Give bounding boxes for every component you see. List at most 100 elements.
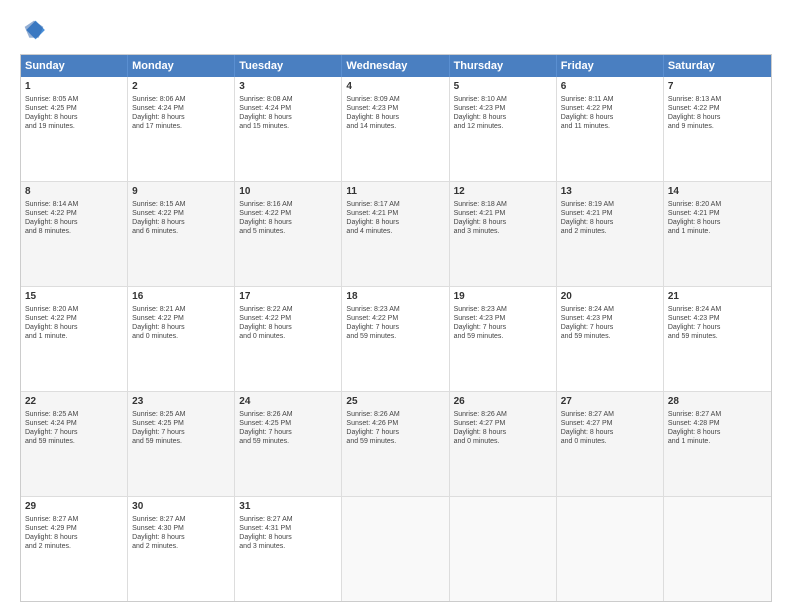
cell-info: Sunrise: 8:05 AM Sunset: 4:25 PM Dayligh… (25, 95, 123, 131)
calendar-cell-2-5: 20Sunrise: 8:24 AM Sunset: 4:23 PM Dayli… (557, 287, 664, 391)
cell-info: Sunrise: 8:06 AM Sunset: 4:24 PM Dayligh… (132, 95, 230, 131)
calendar-cell-1-0: 8Sunrise: 8:14 AM Sunset: 4:22 PM Daylig… (21, 182, 128, 286)
day-number: 2 (132, 80, 230, 94)
cell-info: Sunrise: 8:25 AM Sunset: 4:25 PM Dayligh… (132, 410, 230, 446)
calendar-row-3: 22Sunrise: 8:25 AM Sunset: 4:24 PM Dayli… (21, 392, 771, 497)
calendar-cell-2-3: 18Sunrise: 8:23 AM Sunset: 4:22 PM Dayli… (342, 287, 449, 391)
calendar-cell-4-0: 29Sunrise: 8:27 AM Sunset: 4:29 PM Dayli… (21, 497, 128, 601)
cell-info: Sunrise: 8:11 AM Sunset: 4:22 PM Dayligh… (561, 95, 659, 131)
cell-info: Sunrise: 8:24 AM Sunset: 4:23 PM Dayligh… (668, 305, 767, 341)
weekday-header-saturday: Saturday (664, 55, 771, 77)
weekday-header-monday: Monday (128, 55, 235, 77)
calendar-cell-0-1: 2Sunrise: 8:06 AM Sunset: 4:24 PM Daylig… (128, 77, 235, 181)
day-number: 29 (25, 500, 123, 514)
page: SundayMondayTuesdayWednesdayThursdayFrid… (0, 0, 792, 612)
calendar-cell-1-4: 12Sunrise: 8:18 AM Sunset: 4:21 PM Dayli… (450, 182, 557, 286)
cell-info: Sunrise: 8:23 AM Sunset: 4:22 PM Dayligh… (346, 305, 444, 341)
day-number: 21 (668, 290, 767, 304)
calendar-cell-0-3: 4Sunrise: 8:09 AM Sunset: 4:23 PM Daylig… (342, 77, 449, 181)
day-number: 11 (346, 185, 444, 199)
day-number: 5 (454, 80, 552, 94)
weekday-header-thursday: Thursday (450, 55, 557, 77)
day-number: 16 (132, 290, 230, 304)
calendar-cell-3-1: 23Sunrise: 8:25 AM Sunset: 4:25 PM Dayli… (128, 392, 235, 496)
calendar-cell-3-0: 22Sunrise: 8:25 AM Sunset: 4:24 PM Dayli… (21, 392, 128, 496)
day-number: 14 (668, 185, 767, 199)
weekday-header-friday: Friday (557, 55, 664, 77)
day-number: 24 (239, 395, 337, 409)
calendar-cell-0-4: 5Sunrise: 8:10 AM Sunset: 4:23 PM Daylig… (450, 77, 557, 181)
calendar-cell-1-2: 10Sunrise: 8:16 AM Sunset: 4:22 PM Dayli… (235, 182, 342, 286)
calendar-body: 1Sunrise: 8:05 AM Sunset: 4:25 PM Daylig… (21, 77, 771, 601)
calendar-cell-1-3: 11Sunrise: 8:17 AM Sunset: 4:21 PM Dayli… (342, 182, 449, 286)
day-number: 18 (346, 290, 444, 304)
calendar-cell-2-1: 16Sunrise: 8:21 AM Sunset: 4:22 PM Dayli… (128, 287, 235, 391)
cell-info: Sunrise: 8:17 AM Sunset: 4:21 PM Dayligh… (346, 200, 444, 236)
calendar-cell-0-6: 7Sunrise: 8:13 AM Sunset: 4:22 PM Daylig… (664, 77, 771, 181)
day-number: 8 (25, 185, 123, 199)
cell-info: Sunrise: 8:16 AM Sunset: 4:22 PM Dayligh… (239, 200, 337, 236)
weekday-header-sunday: Sunday (21, 55, 128, 77)
day-number: 31 (239, 500, 337, 514)
day-number: 15 (25, 290, 123, 304)
day-number: 3 (239, 80, 337, 94)
day-number: 10 (239, 185, 337, 199)
calendar-cell-1-5: 13Sunrise: 8:19 AM Sunset: 4:21 PM Dayli… (557, 182, 664, 286)
calendar-cell-2-2: 17Sunrise: 8:22 AM Sunset: 4:22 PM Dayli… (235, 287, 342, 391)
cell-info: Sunrise: 8:22 AM Sunset: 4:22 PM Dayligh… (239, 305, 337, 341)
calendar-cell-0-5: 6Sunrise: 8:11 AM Sunset: 4:22 PM Daylig… (557, 77, 664, 181)
calendar-row-2: 15Sunrise: 8:20 AM Sunset: 4:22 PM Dayli… (21, 287, 771, 392)
cell-info: Sunrise: 8:27 AM Sunset: 4:30 PM Dayligh… (132, 515, 230, 551)
cell-info: Sunrise: 8:20 AM Sunset: 4:22 PM Dayligh… (25, 305, 123, 341)
day-number: 20 (561, 290, 659, 304)
calendar-cell-2-0: 15Sunrise: 8:20 AM Sunset: 4:22 PM Dayli… (21, 287, 128, 391)
cell-info: Sunrise: 8:24 AM Sunset: 4:23 PM Dayligh… (561, 305, 659, 341)
cell-info: Sunrise: 8:19 AM Sunset: 4:21 PM Dayligh… (561, 200, 659, 236)
logo-icon (20, 16, 48, 44)
cell-info: Sunrise: 8:27 AM Sunset: 4:28 PM Dayligh… (668, 410, 767, 446)
cell-info: Sunrise: 8:26 AM Sunset: 4:26 PM Dayligh… (346, 410, 444, 446)
day-number: 12 (454, 185, 552, 199)
cell-info: Sunrise: 8:08 AM Sunset: 4:24 PM Dayligh… (239, 95, 337, 131)
day-number: 4 (346, 80, 444, 94)
day-number: 25 (346, 395, 444, 409)
day-number: 26 (454, 395, 552, 409)
day-number: 27 (561, 395, 659, 409)
calendar-cell-4-3 (342, 497, 449, 601)
calendar-cell-4-2: 31Sunrise: 8:27 AM Sunset: 4:31 PM Dayli… (235, 497, 342, 601)
calendar-cell-3-4: 26Sunrise: 8:26 AM Sunset: 4:27 PM Dayli… (450, 392, 557, 496)
calendar-cell-4-5 (557, 497, 664, 601)
cell-info: Sunrise: 8:23 AM Sunset: 4:23 PM Dayligh… (454, 305, 552, 341)
day-number: 23 (132, 395, 230, 409)
day-number: 1 (25, 80, 123, 94)
cell-info: Sunrise: 8:27 AM Sunset: 4:31 PM Dayligh… (239, 515, 337, 551)
day-number: 6 (561, 80, 659, 94)
day-number: 28 (668, 395, 767, 409)
calendar-cell-3-5: 27Sunrise: 8:27 AM Sunset: 4:27 PM Dayli… (557, 392, 664, 496)
day-number: 9 (132, 185, 230, 199)
cell-info: Sunrise: 8:09 AM Sunset: 4:23 PM Dayligh… (346, 95, 444, 131)
day-number: 19 (454, 290, 552, 304)
day-number: 30 (132, 500, 230, 514)
calendar-row-4: 29Sunrise: 8:27 AM Sunset: 4:29 PM Dayli… (21, 497, 771, 601)
calendar-header: SundayMondayTuesdayWednesdayThursdayFrid… (21, 55, 771, 77)
calendar-cell-0-2: 3Sunrise: 8:08 AM Sunset: 4:24 PM Daylig… (235, 77, 342, 181)
cell-info: Sunrise: 8:26 AM Sunset: 4:25 PM Dayligh… (239, 410, 337, 446)
cell-info: Sunrise: 8:13 AM Sunset: 4:22 PM Dayligh… (668, 95, 767, 131)
calendar-cell-4-1: 30Sunrise: 8:27 AM Sunset: 4:30 PM Dayli… (128, 497, 235, 601)
calendar-row-1: 8Sunrise: 8:14 AM Sunset: 4:22 PM Daylig… (21, 182, 771, 287)
day-number: 13 (561, 185, 659, 199)
calendar-cell-4-6 (664, 497, 771, 601)
calendar-cell-3-3: 25Sunrise: 8:26 AM Sunset: 4:26 PM Dayli… (342, 392, 449, 496)
header (20, 16, 772, 44)
day-number: 17 (239, 290, 337, 304)
calendar-cell-3-2: 24Sunrise: 8:26 AM Sunset: 4:25 PM Dayli… (235, 392, 342, 496)
cell-info: Sunrise: 8:27 AM Sunset: 4:27 PM Dayligh… (561, 410, 659, 446)
day-number: 7 (668, 80, 767, 94)
calendar-cell-1-6: 14Sunrise: 8:20 AM Sunset: 4:21 PM Dayli… (664, 182, 771, 286)
cell-info: Sunrise: 8:20 AM Sunset: 4:21 PM Dayligh… (668, 200, 767, 236)
weekday-header-tuesday: Tuesday (235, 55, 342, 77)
cell-info: Sunrise: 8:26 AM Sunset: 4:27 PM Dayligh… (454, 410, 552, 446)
calendar: SundayMondayTuesdayWednesdayThursdayFrid… (20, 54, 772, 602)
cell-info: Sunrise: 8:25 AM Sunset: 4:24 PM Dayligh… (25, 410, 123, 446)
